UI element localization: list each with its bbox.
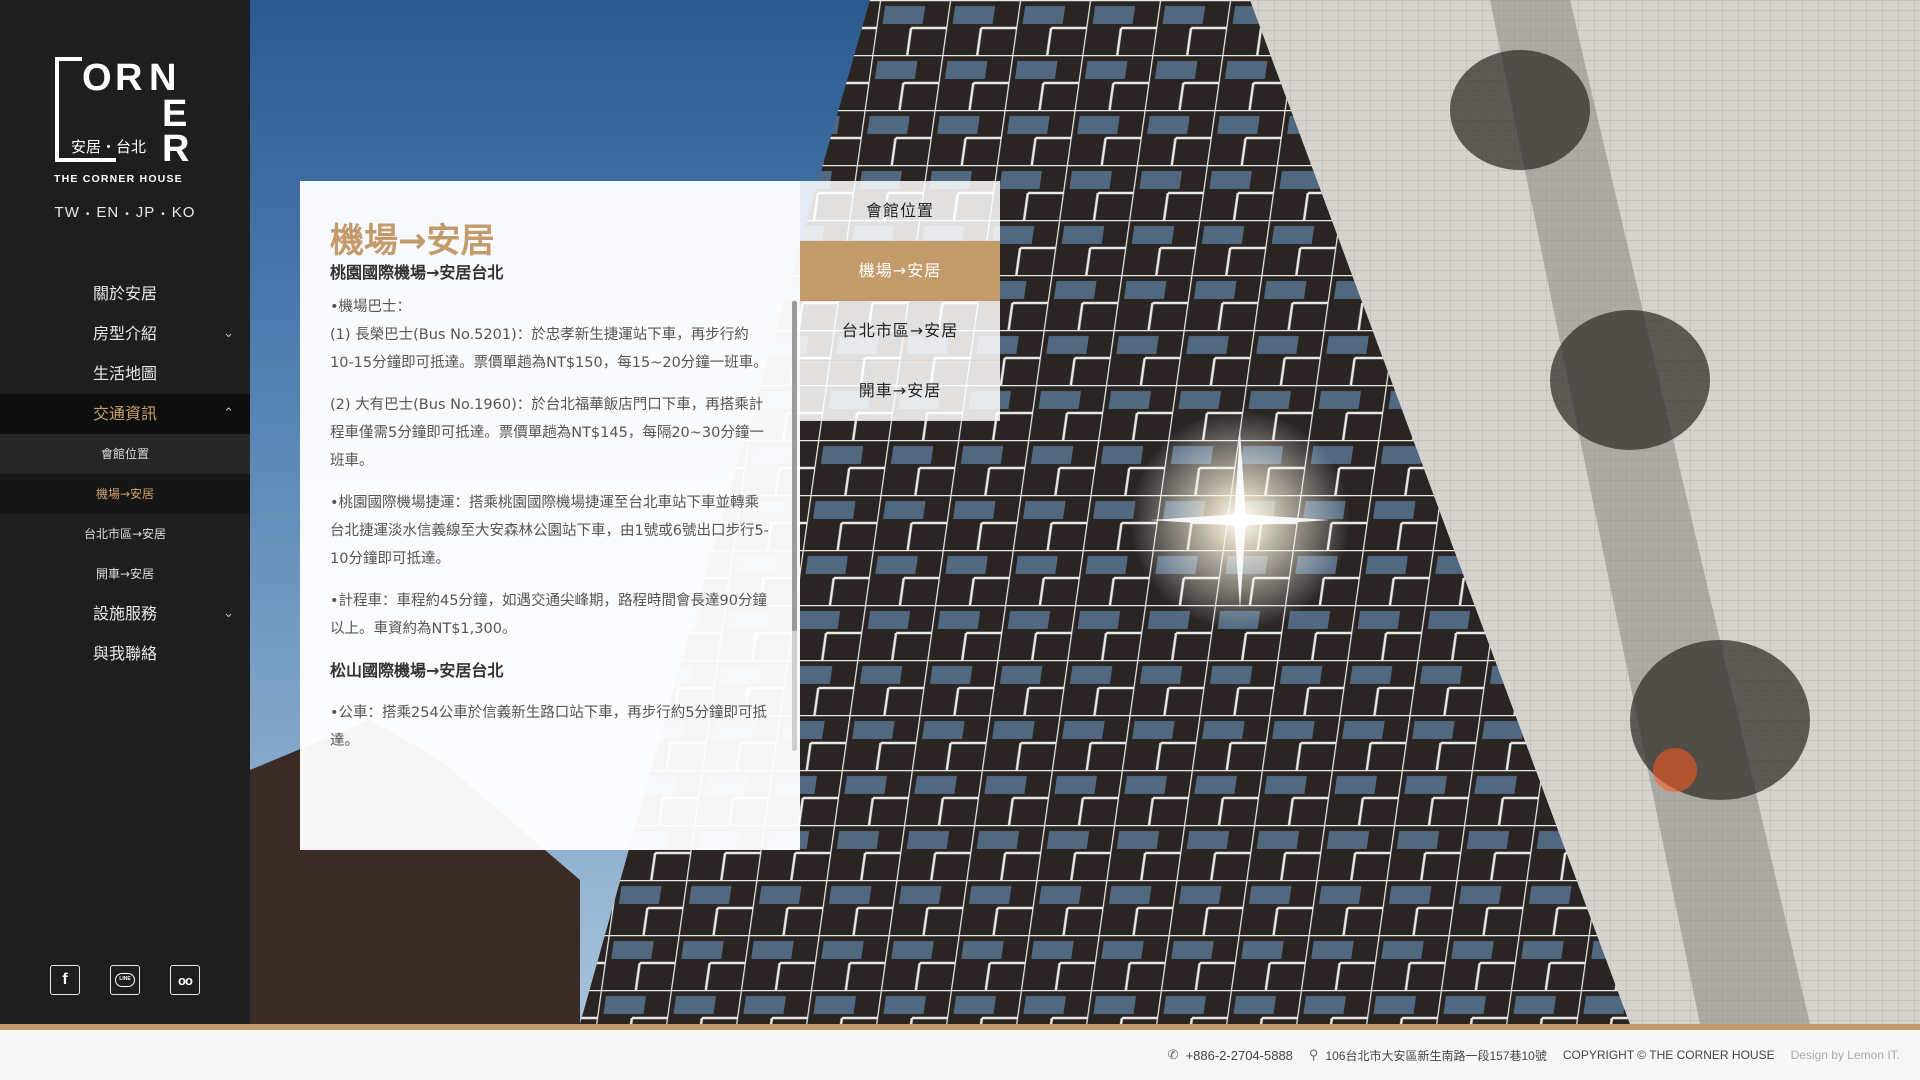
nav-sub-city[interactable]: 台北市區→安居 — [0, 514, 250, 554]
paragraph: •機場巴士： (1) 長榮巴士(Bus No.5201)：於忠孝新生捷運站下車，再… — [330, 293, 770, 377]
lang-separator: • — [161, 209, 166, 220]
footer-phone[interactable]: ✆ +886-2-2704-5888 — [1168, 1047, 1293, 1063]
logo-chinese: 安居・台北 — [71, 138, 146, 156]
language-switcher: TW • EN • JP • KO — [0, 204, 250, 221]
paragraph: •桃園國際機場捷運：搭乘桃園國際機場捷運至台北車站下車並轉乘台北捷運淡水信義線至… — [330, 495, 769, 567]
brand-logo[interactable]: O R N E R 安居・台北 THE CORNER HOUSE — [54, 56, 198, 184]
tab-location[interactable]: 會館位置 — [800, 181, 1000, 241]
footer-address: ⚲ 106台北市大安區新生南路一段157巷10號 — [1309, 1047, 1547, 1064]
nav-rooms-label: 房型介紹 — [92, 324, 157, 343]
nav-about-label: 關於安居 — [92, 284, 157, 303]
chevron-up-icon: ⌃ — [223, 406, 234, 421]
paragraph-text: (1) 長榮巴士(Bus No.5201)：於忠孝新生捷運站下車，再步行約10-… — [330, 327, 768, 371]
nav-contact[interactable]: 與我聯絡 — [0, 634, 250, 674]
footer-copyright: COPYRIGHT © THE CORNER HOUSE — [1562, 1048, 1775, 1062]
facebook-icon: f — [62, 971, 68, 988]
logo-english: THE CORNER HOUSE — [54, 173, 183, 184]
nav-sub-drive[interactable]: 開車→安居 — [0, 554, 250, 594]
footer-credit[interactable]: Design by Lemon IT. — [1791, 1048, 1900, 1062]
paragraph-heading: •機場巴士： — [330, 299, 412, 315]
nav-transport-label: 交通資訊 — [92, 404, 157, 423]
sidebar: O R N E R 安居・台北 THE CORNER HOUSE TW • EN • J… — [0, 0, 250, 1024]
nav-facilities-label: 設施服務 — [92, 604, 157, 623]
line-button[interactable]: LINE — [110, 965, 140, 995]
paragraph: •公車：搭乘254公車於信義新生路口站下車，再步行約5分鐘即可抵達。 — [330, 705, 767, 749]
nav-sub-airport[interactable]: 機場→安居 — [0, 474, 250, 514]
logo-letter-o: O — [82, 57, 112, 99]
lang-jp[interactable]: JP — [136, 204, 156, 221]
paragraph: (2) 大有巴士(Bus No.1960)：於台北福華飯店門口下車，再搭乘計程車… — [330, 397, 764, 469]
lang-tw[interactable]: TW — [55, 204, 80, 221]
line-icon: LINE — [115, 973, 135, 987]
nav-life-map-label: 生活地圖 — [92, 364, 157, 383]
tab-city[interactable]: 台北市區→安居 — [800, 301, 1000, 361]
logo-letter-r: R — [115, 57, 142, 99]
footer-address-text: 106台北市大安區新生南路一段157巷10號 — [1325, 1048, 1547, 1063]
nav-sub-city-label: 台北市區→安居 — [83, 527, 167, 541]
logo-letter-r2: R — [162, 128, 189, 170]
scrollbar-track[interactable] — [792, 301, 797, 751]
tripadvisor-icon: oo — [178, 972, 193, 988]
social-links: f LINE oo — [0, 965, 250, 995]
phone-icon: ✆ — [1167, 1047, 1179, 1062]
nav-life-map[interactable]: 生活地圖 — [0, 354, 250, 394]
nav-sub-location[interactable]: 會館位置 — [0, 434, 250, 474]
nav-sub-airport-label: 機場→安居 — [95, 487, 155, 501]
section-subtitle-2: 松山國際機場→安居台北 — [330, 661, 504, 680]
footer: ✆ +886-2-2704-5888 ⚲ 106台北市大安區新生南路一段157巷… — [0, 1030, 1920, 1080]
nav-contact-label: 與我聯絡 — [92, 644, 157, 663]
chevron-down-icon: ⌄ — [223, 606, 234, 621]
scrollbar-thumb[interactable] — [792, 301, 797, 631]
nav-transport[interactable]: 交通資訊 ⌃ — [0, 394, 250, 434]
chevron-down-icon: ⌄ — [223, 326, 234, 341]
lang-en[interactable]: EN — [96, 204, 119, 221]
map-pin-icon: ⚲ — [1308, 1047, 1319, 1062]
paragraph: •計程車：車程約45分鐘，如遇交通尖峰期，路程時間會長達90分鐘以上。車資約為N… — [330, 593, 767, 637]
content-panel: 機場→安居 桃園國際機場→安居台北 •機場巴士： (1) 長榮巴士(Bus No.… — [300, 181, 800, 850]
tripadvisor-button[interactable]: oo — [170, 965, 200, 995]
transport-tabs: 會館位置 機場→安居 台北市區→安居 開車→安居 — [800, 181, 1000, 421]
nav-rooms[interactable]: 房型介紹 ⌄ — [0, 314, 250, 354]
lang-separator: • — [125, 209, 130, 220]
lang-ko[interactable]: KO — [172, 204, 196, 221]
tab-drive[interactable]: 開車→安居 — [800, 361, 1000, 421]
section-subtitle: 桃園國際機場→安居台北 — [330, 263, 504, 282]
nav-sub-location-label: 會館位置 — [100, 447, 149, 461]
footer-phone-text: +886-2-2704-5888 — [1185, 1047, 1293, 1063]
lang-separator: • — [85, 209, 91, 220]
nav-about[interactable]: 關於安居 — [0, 274, 250, 314]
nav-sub-drive-label: 開車→安居 — [95, 567, 155, 581]
content-scroll-area[interactable]: •機場巴士： (1) 長榮巴士(Bus No.5201)：於忠孝新生捷運站下車，再… — [330, 293, 770, 777]
page-title: 機場→安居 — [330, 221, 495, 261]
facebook-button[interactable]: f — [50, 965, 80, 995]
main-nav: 關於安居 房型介紹 ⌄ 生活地圖 交通資訊 ⌃ 會館位置 機場→安居 台北市區→安居… — [0, 274, 250, 674]
tab-airport[interactable]: 機場→安居 — [800, 241, 1000, 301]
nav-facilities[interactable]: 設施服務 ⌄ — [0, 594, 250, 634]
